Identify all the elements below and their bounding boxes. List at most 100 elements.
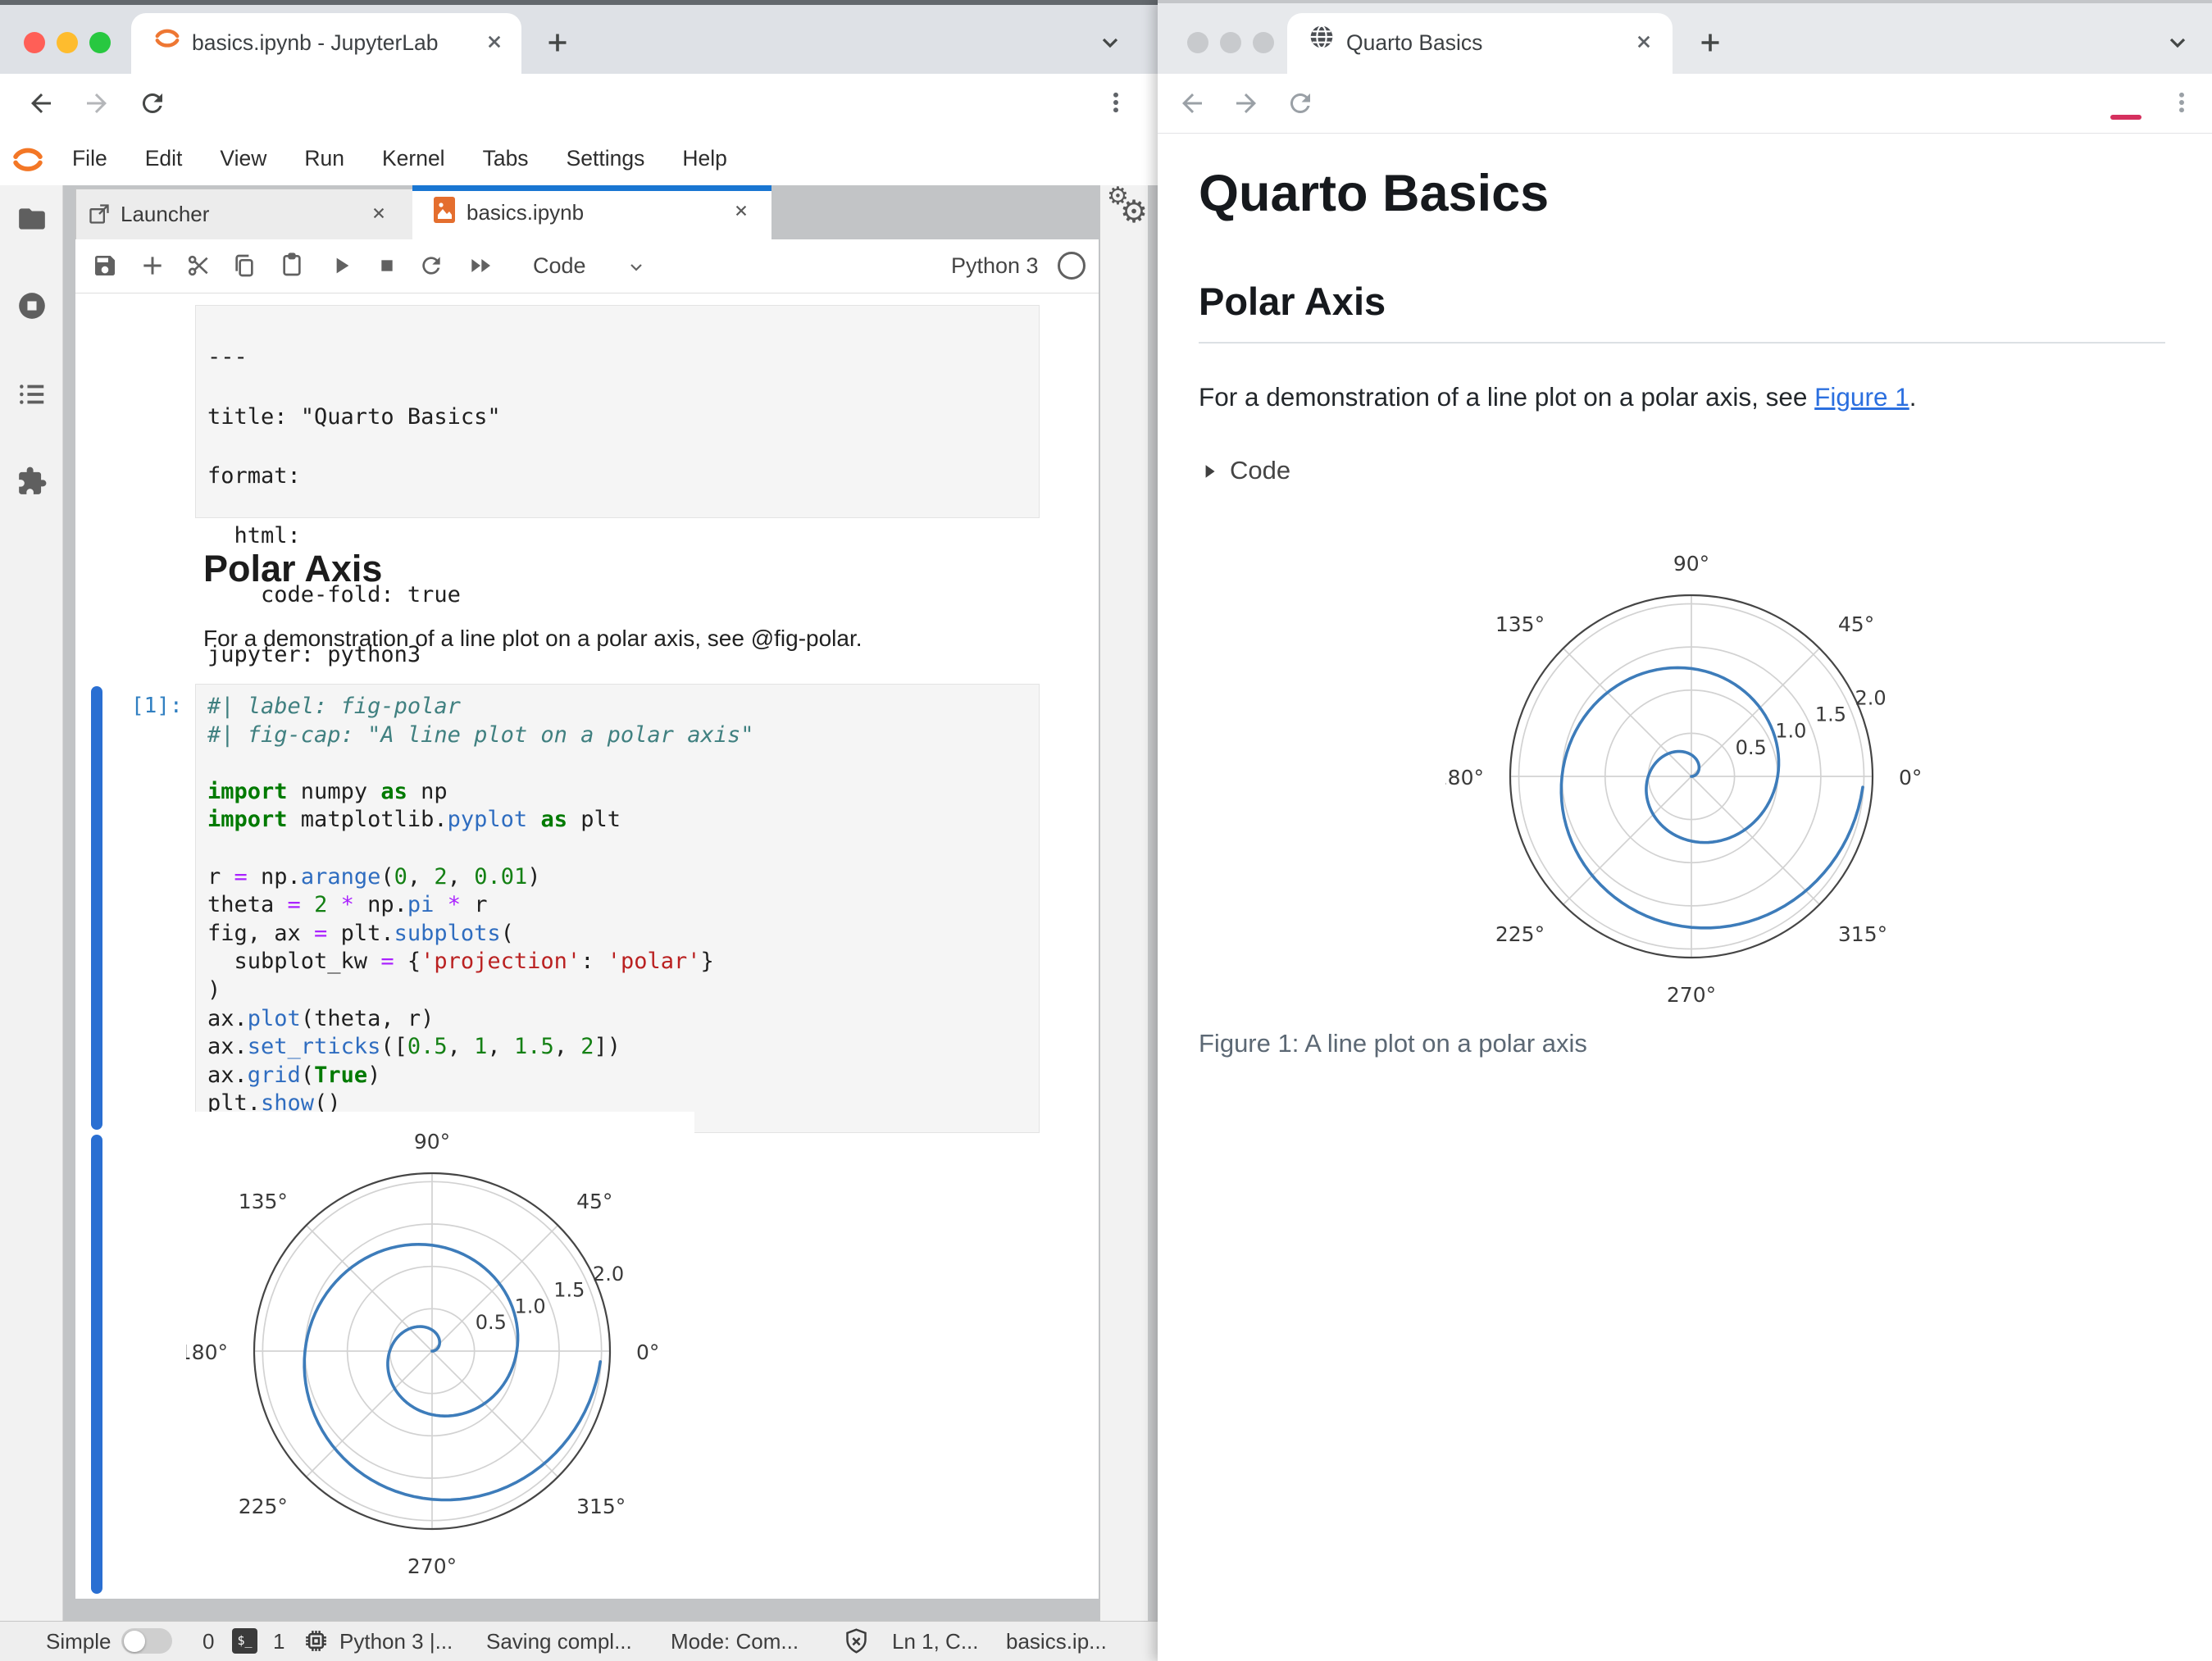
terminal-icon[interactable]: $_ <box>232 1628 257 1654</box>
menu-item-tabs[interactable]: Tabs <box>483 146 529 171</box>
output-cell-collapser[interactable] <box>91 1135 102 1594</box>
zoom-window-button[interactable] <box>89 32 111 53</box>
restart-kernel-icon[interactable] <box>418 253 444 279</box>
close-doc-tab-icon[interactable] <box>368 203 389 224</box>
browser-toolbar: localhost:4479 <box>1158 74 2212 271</box>
cell-output-area: 0° 45° 90° 135° 180° 225° 270° 315° 0.5 1.0 1.5 2.0 <box>186 1112 694 1599</box>
code-line[interactable]: ax.set_rticks([0.5, 1, 1.5, 2]) <box>207 1033 753 1062</box>
interrupt-kernel-icon[interactable] <box>374 253 400 279</box>
svg-text:0°: 0° <box>1899 766 1922 790</box>
markdown-heading: Polar Axis <box>203 548 383 589</box>
quarto-browser-window: Quarto Basics local <box>1158 0 2212 1661</box>
minimize-window-button[interactable] <box>1220 32 1241 53</box>
saving-status: Saving compl... <box>486 1629 632 1654</box>
kernel-chip-icon[interactable] <box>303 1627 330 1654</box>
menu-item-kernel[interactable]: Kernel <box>382 146 445 171</box>
back-icon[interactable] <box>26 89 56 118</box>
code-line[interactable]: fig, ax = plt.subplots( <box>207 920 753 949</box>
close-window-button[interactable] <box>1187 32 1208 53</box>
browser-menu-kebab-icon[interactable] <box>1102 87 1130 118</box>
browser-tab[interactable]: Quarto Basics <box>1287 13 1673 74</box>
svg-text:2.0: 2.0 <box>1855 686 1886 709</box>
doc-tab-notebook[interactable]: basics.ipynb <box>412 185 771 239</box>
notebook-scroll-area[interactable]: --- title: "Quarto Basics" format: html:… <box>75 294 1099 1599</box>
code-line[interactable]: ax.plot(theta, r) <box>207 1005 753 1034</box>
reload-icon[interactable] <box>138 89 167 118</box>
close-tab-icon[interactable] <box>1632 30 1656 54</box>
browser-tab-title: basics.ipynb - JupyterLab <box>192 30 439 55</box>
forward-icon[interactable] <box>82 89 112 118</box>
back-icon[interactable] <box>1177 89 1207 118</box>
raw-cell-yaml[interactable]: --- title: "Quarto Basics" format: html:… <box>195 305 1040 726</box>
cut-cells-icon[interactable] <box>185 253 212 279</box>
tab-search-chevron-icon[interactable] <box>1097 30 1123 56</box>
new-tab-button[interactable] <box>1695 28 1725 57</box>
kernel-status-text[interactable]: Python 3 |... <box>339 1629 453 1654</box>
code-line[interactable]: subplot_kw = {'projection': 'polar'} <box>207 948 753 976</box>
right-sidebar-strip: ⚙ ⚙ <box>1100 183 1148 1621</box>
close-doc-tab-icon[interactable] <box>731 200 752 221</box>
kernel-status-icon[interactable] <box>1058 252 1086 280</box>
menu-item-run[interactable]: Run <box>304 146 344 171</box>
svg-text:180°: 180° <box>186 1340 228 1364</box>
launcher-icon <box>88 203 111 225</box>
active-cell-collapser[interactable] <box>91 686 102 1130</box>
tab-search-chevron-icon[interactable] <box>2164 30 2191 56</box>
run-cell-icon[interactable] <box>328 253 354 279</box>
paste-cells-icon[interactable] <box>279 252 305 278</box>
paragraph-text: . <box>1909 382 1917 412</box>
svg-text:315°: 315° <box>576 1495 626 1518</box>
polar-chart-notebook: 0° 45° 90° 135° 180° 225° 270° 315° 0.5 1.0 1.5 2.0 <box>186 1130 659 1578</box>
cell-type-dropdown[interactable]: Code <box>533 253 586 279</box>
reload-icon[interactable] <box>1286 89 1315 118</box>
running-kernels-icon[interactable] <box>16 290 48 321</box>
file-browser-icon[interactable] <box>16 203 48 234</box>
browser-tab[interactable]: basics.ipynb - JupyterLab <box>131 13 521 74</box>
code-line[interactable]: theta = 2 * np.pi * r <box>207 891 753 920</box>
minimize-window-button[interactable] <box>57 32 78 53</box>
menu-item-view[interactable]: View <box>220 146 266 171</box>
svg-text:45°: 45° <box>576 1190 612 1213</box>
close-window-button[interactable] <box>24 32 45 53</box>
code-line[interactable]: #| fig-cap: "A line plot on a polar axis… <box>207 721 753 750</box>
forward-icon[interactable] <box>1231 89 1261 118</box>
svg-text:1.5: 1.5 <box>1815 703 1846 726</box>
menu-item-settings[interactable]: Settings <box>567 146 645 171</box>
figure-crossref-link[interactable]: Figure 1 <box>1814 382 1909 412</box>
property-inspector-gears-icon[interactable]: ⚙ <box>1120 193 1148 230</box>
new-tab-button[interactable] <box>543 28 572 57</box>
code-line[interactable] <box>207 749 753 778</box>
code-line[interactable]: #| label: fig-polar <box>207 693 753 721</box>
close-tab-icon[interactable] <box>482 30 507 54</box>
kernel-name[interactable]: Python 3 <box>951 253 1039 279</box>
save-icon[interactable] <box>92 253 118 279</box>
browser-menu-kebab-icon[interactable] <box>2168 87 2196 118</box>
code-line[interactable]: import matplotlib.pyplot as plt <box>207 806 753 835</box>
code-fold-label: Code <box>1230 456 1291 485</box>
table-of-contents-icon[interactable] <box>16 379 48 410</box>
code-line[interactable]: import numpy as np <box>207 778 753 807</box>
doc-tab-launcher[interactable]: Launcher <box>75 189 413 240</box>
simple-mode-toggle[interactable] <box>121 1628 172 1654</box>
menu-item-help[interactable]: Help <box>682 146 727 171</box>
page-title: Quarto Basics <box>1199 165 1550 222</box>
code-editor[interactable]: #| label: fig-polar #| fig-cap: "A line p… <box>207 693 753 1118</box>
svg-text:45°: 45° <box>1838 612 1874 636</box>
svg-text:0°: 0° <box>636 1340 659 1364</box>
svg-text:225°: 225° <box>239 1495 288 1518</box>
code-line[interactable]: ) <box>207 976 753 1005</box>
menu-item-edit[interactable]: Edit <box>145 146 183 171</box>
menu-item-file[interactable]: File <box>72 146 107 171</box>
code-line[interactable] <box>207 835 753 863</box>
cursor-position[interactable]: Ln 1, C... <box>892 1629 979 1654</box>
trust-shield-icon[interactable] <box>843 1627 870 1654</box>
cell-type-chevron-icon[interactable] <box>626 257 646 277</box>
code-cell-input[interactable]: #| label: fig-polar #| fig-cap: "A line p… <box>195 684 1040 1133</box>
restart-run-all-icon[interactable] <box>467 253 494 279</box>
copy-cells-icon[interactable] <box>231 253 257 279</box>
code-line[interactable]: ax.grid(True) <box>207 1062 753 1090</box>
extension-manager-icon[interactable] <box>16 466 48 497</box>
zoom-window-button[interactable] <box>1253 32 1274 53</box>
code-line[interactable]: r = np.arange(0, 2, 0.01) <box>207 863 753 892</box>
add-cell-icon[interactable] <box>139 253 166 279</box>
